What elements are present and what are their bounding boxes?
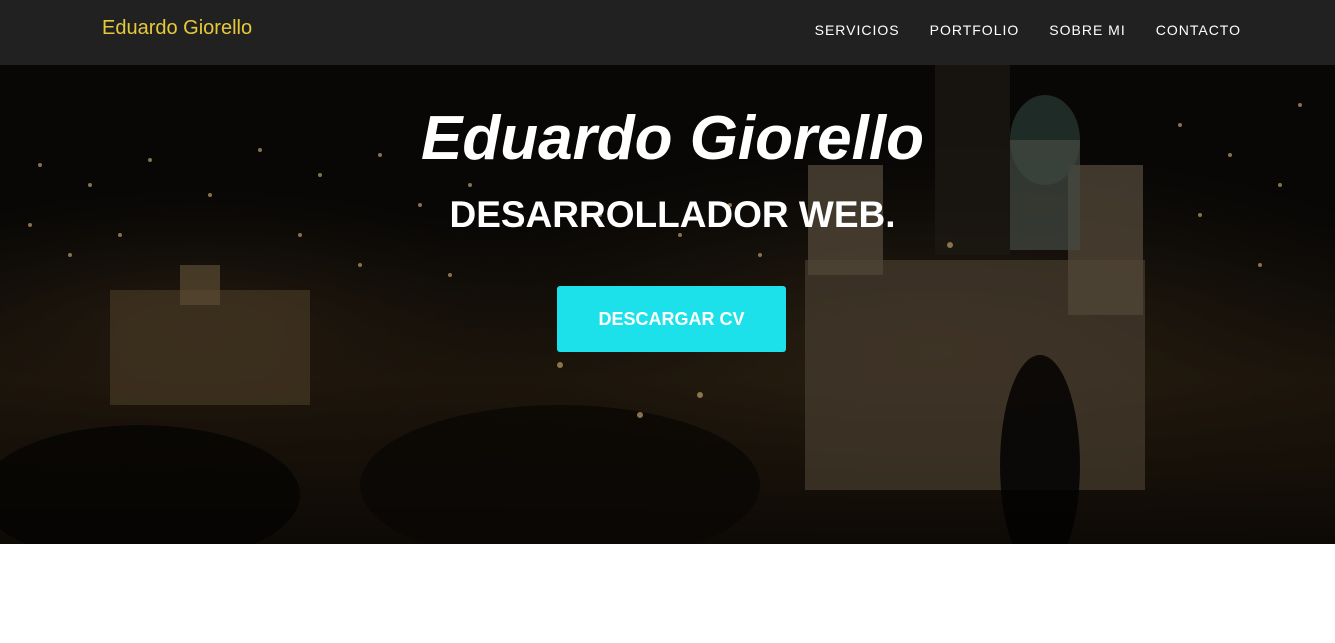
download-cv-button[interactable]: DESCARGAR CV (557, 286, 786, 352)
nav-link-sobre-mi[interactable]: SOBRE MI (1049, 22, 1125, 38)
nav-link-servicios[interactable]: SERVICIOS (815, 22, 900, 38)
nav-links: SERVICIOS PORTFOLIO SOBRE MI CONTACTO (815, 22, 1241, 38)
nav-link-contacto[interactable]: CONTACTO (1156, 22, 1241, 38)
nav-link-portfolio[interactable]: PORTFOLIO (930, 22, 1020, 38)
hero-title: Eduardo Giorello (421, 104, 924, 173)
hero-section: Eduardo Giorello DESARROLLADOR WEB. DESC… (0, 65, 1335, 544)
brand-link[interactable]: Eduardo Giorello (102, 17, 252, 40)
hero-content: Eduardo Giorello DESARROLLADOR WEB. DESC… (0, 65, 1335, 544)
navbar: Eduardo Giorello SERVICIOS PORTFOLIO SOB… (0, 0, 1335, 65)
hero-subtitle: DESARROLLADOR WEB. (449, 194, 896, 235)
